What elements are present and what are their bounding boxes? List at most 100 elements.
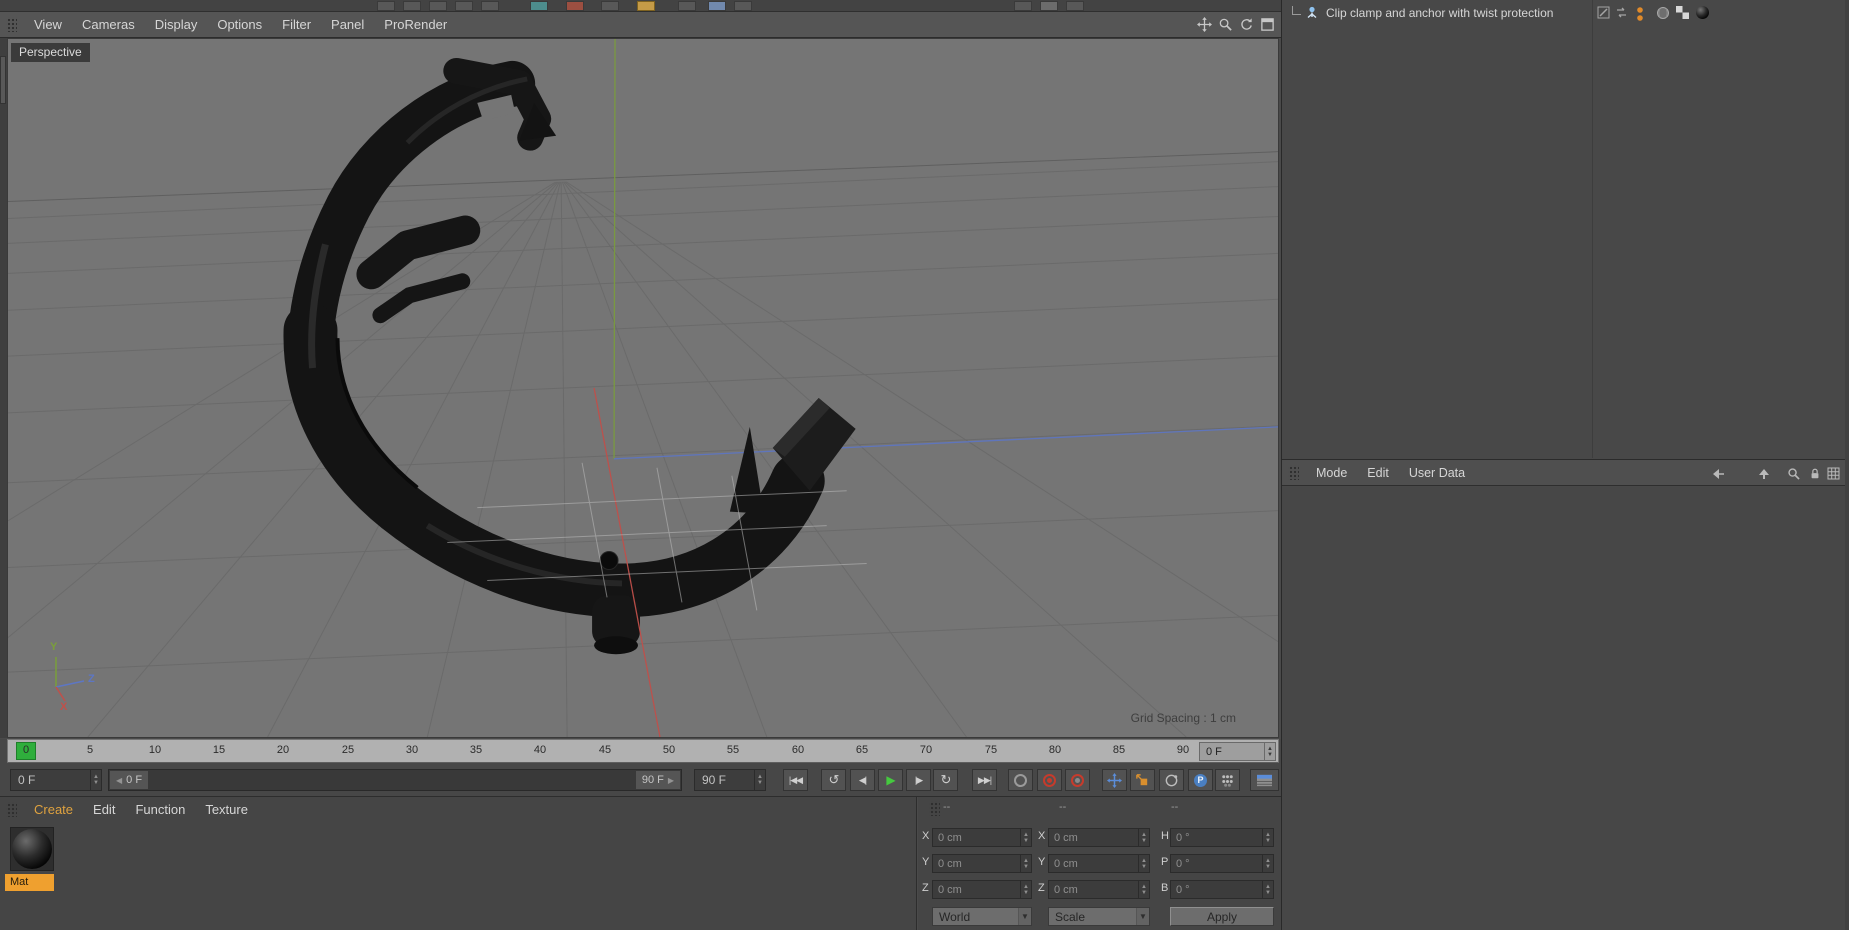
menu-options[interactable]: Options — [207, 17, 272, 32]
size-z-field[interactable]: 0 cm ▲ ▼ — [1048, 880, 1150, 899]
key-pla-button[interactable] — [1215, 769, 1240, 791]
attribute-manager-body[interactable] — [1282, 487, 1849, 930]
menu-user-data[interactable]: User Data — [1399, 466, 1475, 480]
stepper-icon[interactable]: ▲ ▼ — [1138, 829, 1149, 846]
toggle-icon[interactable] — [1615, 6, 1628, 24]
scale-icon — [1136, 773, 1148, 785]
stepper-icon[interactable]: ▲ ▼ — [1264, 743, 1275, 760]
rot-b-field[interactable]: 0 ° ▲ ▼ — [1170, 880, 1274, 899]
scrollbar[interactable] — [1845, 0, 1849, 930]
rotate-icon[interactable] — [1237, 15, 1256, 34]
rot-b-label: B — [1161, 882, 1169, 894]
size-y-field[interactable]: 0 cm ▲ ▼ — [1048, 854, 1150, 873]
pos-z-field[interactable]: 0 cm ▲ ▼ — [932, 880, 1032, 899]
rot-p-field[interactable]: 0 ° ▲ ▼ — [1170, 854, 1274, 873]
phong-icon[interactable] — [1656, 6, 1670, 25]
menu-panel[interactable]: Panel — [321, 17, 374, 32]
drag-grip-icon[interactable] — [1288, 465, 1299, 480]
menu-create[interactable]: Create — [24, 802, 83, 817]
stepper-icon[interactable]: ▲ ▼ — [90, 770, 101, 790]
top-toolbar-clipped[interactable] — [0, 0, 1281, 12]
menu-filter[interactable]: Filter — [272, 17, 321, 32]
stepper-icon[interactable]: ▲ ▼ — [1262, 881, 1273, 898]
stepper-icon[interactable]: ▲ ▼ — [1138, 855, 1149, 872]
drag-grip-icon[interactable] — [6, 17, 17, 32]
stepper-icon[interactable]: ▲ ▼ — [1262, 829, 1273, 846]
autokeying-button[interactable] — [1065, 769, 1090, 791]
palette-handle[interactable] — [0, 56, 6, 104]
menu-edit[interactable]: Edit — [1357, 466, 1399, 480]
key-parameter-button[interactable]: P — [1188, 769, 1213, 791]
toggle-view-icon[interactable] — [1258, 15, 1277, 34]
menu-view[interactable]: View — [24, 17, 72, 32]
object-icon[interactable] — [1304, 5, 1320, 26]
stepper-icon[interactable]: ▲ ▼ — [1020, 829, 1031, 846]
menu-texture[interactable]: Texture — [195, 802, 258, 817]
stepper-icon[interactable]: ▲ ▼ — [754, 770, 765, 790]
visibility-dots-icon[interactable] — [1636, 6, 1644, 27]
ruler-frame-field[interactable]: 0 F ▲ ▼ — [1199, 742, 1276, 761]
range-end-handle[interactable]: 90 F ▶ — [635, 771, 680, 789]
timeline-row: 0 5 10 15 20 25 30 35 40 45 50 55 60 65 … — [0, 739, 1281, 764]
lock-icon[interactable] — [1807, 466, 1823, 481]
play-button[interactable]: ▶ — [878, 769, 903, 791]
dolly-icon[interactable] — [1216, 15, 1235, 34]
key-position-button[interactable] — [1102, 769, 1127, 791]
timeline-ruler[interactable]: 0 5 10 15 20 25 30 35 40 45 50 55 60 65 … — [7, 739, 1279, 763]
stepper-icon[interactable]: ▲ ▼ — [1262, 855, 1273, 872]
key-scale-button[interactable] — [1130, 769, 1155, 791]
timeline-tick: 90 — [1176, 744, 1190, 756]
object-manager-column-divider[interactable] — [1592, 0, 1593, 458]
size-x-field[interactable]: 0 cm ▲ ▼ — [1048, 828, 1150, 847]
drag-grip-icon[interactable] — [6, 801, 17, 817]
material-thumbnail[interactable] — [10, 827, 54, 871]
menu-display[interactable]: Display — [145, 17, 208, 32]
pos-y-field[interactable]: 0 cm ▲ ▼ — [932, 854, 1032, 873]
loop-button[interactable]: ↻ — [933, 769, 958, 791]
toolbar-fragment — [530, 1, 548, 11]
previous-frame-button[interactable]: ◀| — [850, 769, 875, 791]
object-row[interactable]: Clip clamp and anchor with twist protect… — [1282, 4, 1849, 24]
coordinate-space-dropdown[interactable]: World ▼ — [932, 907, 1032, 926]
up-icon[interactable] — [1756, 466, 1772, 481]
key-rotation-button[interactable] — [1159, 769, 1184, 791]
object-name[interactable]: Clip clamp and anchor with twist protect… — [1326, 6, 1553, 20]
play-reverse-button[interactable]: ↺ — [821, 769, 846, 791]
timeline-range-slider[interactable]: ◀ 0 F 90 F ▶ — [108, 769, 682, 791]
object-manager[interactable]: Clip clamp and anchor with twist protect… — [1282, 0, 1849, 458]
search-icon[interactable] — [1785, 466, 1801, 481]
rot-h-label: H — [1161, 830, 1169, 842]
transform-mode-dropdown[interactable]: Scale ▼ — [1048, 907, 1150, 926]
rot-h-field[interactable]: 0 ° ▲ ▼ — [1170, 828, 1274, 847]
timeline-layout-button[interactable] — [1250, 769, 1279, 791]
texture-checker-icon[interactable] — [1676, 6, 1689, 24]
range-start-handle[interactable]: ◀ 0 F — [110, 771, 149, 789]
drag-grip-icon[interactable] — [929, 801, 940, 816]
back-icon[interactable] — [1710, 466, 1726, 481]
end-frame-field[interactable]: 90 F ▲ ▼ — [694, 769, 766, 791]
material-tag-icon[interactable] — [1696, 6, 1709, 19]
menu-edit[interactable]: Edit — [83, 802, 125, 817]
stepper-icon[interactable]: ▲ ▼ — [1020, 855, 1031, 872]
record-active-objects-button[interactable] — [1037, 769, 1062, 791]
goto-start-button[interactable]: |◀◀ — [783, 769, 808, 791]
viewport-canvas[interactable] — [8, 39, 1278, 737]
pos-x-field[interactable]: 0 cm ▲ ▼ — [932, 828, 1032, 847]
pan-icon[interactable] — [1195, 15, 1214, 34]
viewport-3d[interactable]: Perspective Grid Spacing : 1 cm Y Z X — [7, 38, 1279, 738]
next-frame-button[interactable]: |▶ — [906, 769, 931, 791]
stepper-icon[interactable]: ▲ ▼ — [1020, 881, 1031, 898]
keyframe-selection-button[interactable] — [1008, 769, 1033, 791]
menu-prorender[interactable]: ProRender — [374, 17, 457, 32]
menu-mode[interactable]: Mode — [1306, 466, 1357, 480]
toolbar-fragment — [708, 1, 726, 11]
material-name[interactable]: Mat — [5, 874, 54, 891]
current-frame-field[interactable]: 0 F ▲ ▼ — [10, 769, 102, 791]
apply-button[interactable]: Apply — [1170, 907, 1274, 926]
edit-icon[interactable] — [1597, 6, 1610, 24]
goto-end-button[interactable]: ▶▶| — [972, 769, 997, 791]
menu-cameras[interactable]: Cameras — [72, 17, 145, 32]
stepper-icon[interactable]: ▲ ▼ — [1138, 881, 1149, 898]
menu-function[interactable]: Function — [125, 802, 195, 817]
grid-icon[interactable] — [1825, 466, 1841, 481]
